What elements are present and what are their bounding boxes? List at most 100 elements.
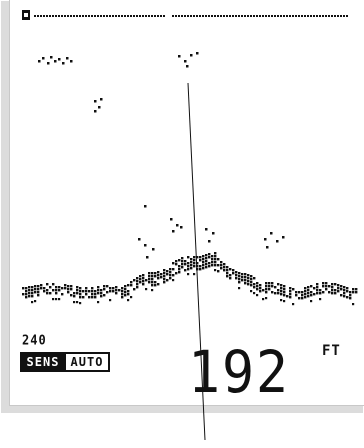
echo-pixel	[100, 98, 103, 101]
bottom-pixel	[277, 292, 280, 295]
bottom-pixel	[79, 296, 82, 299]
chart-line-pixel	[34, 15, 36, 17]
bottom-pixel	[148, 275, 151, 278]
chart-line-pixel	[202, 15, 204, 17]
bottom-pixel	[325, 288, 328, 291]
chart-line-pixel	[178, 15, 180, 17]
bottom-pixel	[43, 287, 46, 290]
bottom-pixel	[31, 286, 34, 289]
bottom-pixel	[268, 282, 271, 285]
bottom-pixel	[166, 273, 169, 276]
bottom-pixel	[241, 273, 244, 276]
bottom-pixel	[211, 255, 214, 258]
chart-line-pixel	[103, 15, 105, 17]
bottom-pixel	[124, 288, 127, 291]
bottom-pixel	[133, 279, 136, 282]
bottom-pixel	[85, 290, 88, 293]
bottom-pixel	[304, 296, 307, 299]
chart-line-pixel	[97, 15, 99, 17]
bottom-pixel	[232, 272, 235, 275]
bottom-pixel	[166, 270, 169, 273]
bottom-pixel	[124, 294, 127, 297]
bottom-scatter-pixel	[52, 298, 55, 301]
echo-pixel	[66, 57, 69, 60]
bottom-scatter-pixel	[238, 287, 241, 290]
echo-pixel	[70, 60, 73, 63]
bottom-pixel	[55, 289, 58, 292]
bottom-pixel	[265, 282, 268, 285]
bottom-pixel	[211, 261, 214, 264]
chart-line-pixel	[340, 15, 342, 17]
bottom-pixel	[79, 287, 82, 290]
bottom-pixel	[259, 284, 262, 287]
chart-line-pixel	[262, 15, 264, 17]
chart-line-pixel	[175, 15, 177, 17]
bottom-pixel	[172, 262, 175, 265]
bottom-scatter-pixel	[319, 298, 322, 301]
bottom-pixel	[232, 269, 235, 272]
chart-line-pixel	[115, 15, 117, 17]
chart-line-pixel	[193, 15, 195, 17]
bottom-pixel	[190, 258, 193, 261]
bottom-pixel	[349, 291, 352, 294]
bottom-pixel	[166, 279, 169, 282]
bottom-pixel	[31, 292, 34, 295]
bottom-pixel	[112, 287, 115, 290]
chart-line-pixel	[148, 15, 150, 17]
bottom-pixel	[337, 290, 340, 293]
bottom-pixel	[64, 284, 67, 287]
bottom-pixel	[103, 288, 106, 291]
bottom-pixel	[154, 281, 157, 284]
bottom-pixel	[301, 297, 304, 300]
chart-line-pixel	[226, 15, 228, 17]
chart-line-pixel	[94, 15, 96, 17]
bottom-pixel	[67, 291, 70, 294]
bottom-pixel	[31, 289, 34, 292]
bottom-pixel	[262, 289, 265, 292]
bottom-pixel	[61, 293, 64, 296]
bottom-pixel	[292, 288, 295, 291]
bottom-pixel	[136, 283, 139, 286]
bottom-pixel	[307, 286, 310, 289]
bottom-pixel	[163, 275, 166, 278]
bottom-pixel	[280, 290, 283, 293]
bottom-pixel	[25, 290, 28, 293]
bottom-pixel	[295, 294, 298, 297]
bottom-scatter-pixel	[256, 294, 259, 297]
chart-line-pixel	[37, 15, 39, 17]
chart-line-pixel	[52, 15, 54, 17]
bottom-pixel	[223, 269, 226, 272]
bottom-pixel	[88, 290, 91, 293]
bottom-pixel	[37, 288, 40, 291]
bottom-pixel	[139, 281, 142, 284]
bottom-pixel	[55, 292, 58, 295]
bottom-pixel	[181, 260, 184, 263]
bottom-pixel	[142, 277, 145, 280]
bottom-pixel	[169, 277, 172, 280]
echo-pixel	[138, 238, 141, 241]
bottom-pixel	[22, 293, 25, 296]
bottom-pixel	[34, 291, 37, 294]
bottom-pixel	[208, 262, 211, 265]
bottom-pixel	[289, 290, 292, 293]
bottom-pixel	[226, 266, 229, 269]
bottom-pixel	[106, 285, 109, 288]
echo-pixel	[42, 57, 45, 60]
bottom-pixel	[79, 290, 82, 293]
bottom-pixel	[175, 263, 178, 266]
chart-line-pixel	[73, 15, 75, 17]
bottom-pixel	[139, 278, 142, 281]
chart-line-pixel	[319, 15, 321, 17]
bottom-pixel	[25, 293, 28, 296]
bottom-pixel	[76, 289, 79, 292]
bottom-pixel	[85, 287, 88, 290]
bottom-pixel	[40, 284, 43, 287]
chart-speed-line	[34, 15, 348, 17]
bottom-pixel	[136, 277, 139, 280]
bottom-pixel	[64, 287, 67, 290]
bottom-pixel	[82, 296, 85, 299]
bottom-pixel	[322, 282, 325, 285]
bottom-pixel	[97, 289, 100, 292]
echo-pixel	[170, 218, 173, 221]
bottom-pixel	[256, 282, 259, 285]
